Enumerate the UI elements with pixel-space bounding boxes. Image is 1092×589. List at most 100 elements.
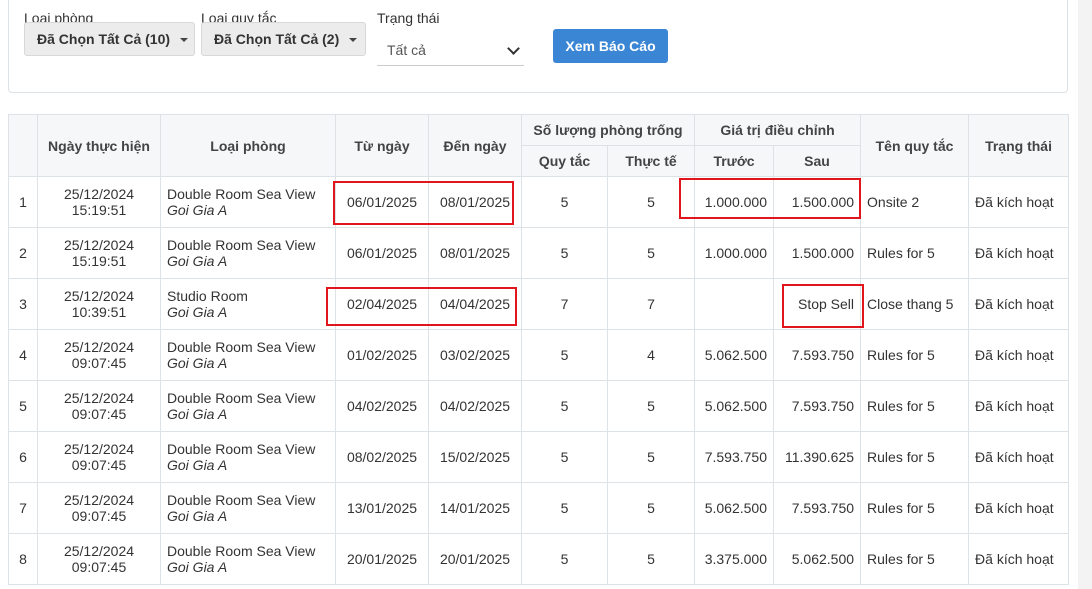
rate-plan: Goi Gia A [167, 559, 228, 575]
to-date: 04/04/2025 [428, 278, 522, 330]
table-row: 5 25/12/2024 09:07:45 Double Room Sea View G… [8, 380, 1070, 432]
filter-panel: Loại phòng Đã Chọn Tất Cả (10) Loại quy … [8, 0, 1068, 93]
date-cell: 25/12/2024 10:39:51 [37, 278, 161, 330]
header-status: Trạng thái [968, 114, 1070, 177]
price-after: 7.593.750 [773, 329, 862, 381]
date-line: 25/12/2024 [63, 237, 135, 253]
rate-plan: Goi Gia A [167, 253, 228, 269]
room-type-value: Đã Chọn Tất Cả (10) [37, 31, 171, 47]
status-select-value: Tất cả [387, 41, 426, 58]
status-cell: Đã kích hoạt [968, 278, 1070, 330]
caret-down-icon [349, 38, 358, 42]
rate-plan: Goi Gia A [167, 508, 228, 524]
vacancy-rule: 5 [521, 176, 608, 228]
room-name: Double Room Sea View [167, 390, 316, 406]
rule-name: Rules for 5 [860, 533, 970, 585]
price-after: 7.593.750 [773, 482, 862, 534]
date-cell: 25/12/2024 15:19:51 [37, 227, 161, 279]
table-row: 7 25/12/2024 09:07:45 Double Room Sea View G… [8, 482, 1070, 534]
rule-name: Onsite 2 [860, 176, 970, 228]
date-line: 25/12/2024 [63, 186, 135, 202]
price-before: 1.000.000 [694, 227, 775, 279]
scrollbar[interactable] [1078, 0, 1092, 589]
rate-plan: Goi Gia A [167, 304, 228, 320]
room-name: Double Room Sea View [167, 543, 316, 559]
to-date: 15/02/2025 [428, 431, 522, 483]
rate-plan: Goi Gia A [167, 457, 228, 473]
status-select[interactable]: Tất cả [377, 34, 524, 66]
row-index: 2 [8, 227, 38, 279]
date-cell: 25/12/2024 09:07:45 [37, 533, 161, 585]
header-adjust: Giá trị điều chỉnh [694, 114, 862, 146]
table-row: 6 25/12/2024 09:07:45 Double Room Sea View G… [8, 431, 1070, 483]
from-date: 06/01/2025 [335, 227, 429, 279]
vacancy-rule: 5 [521, 227, 608, 279]
room-name: Studio Room [167, 288, 248, 304]
header-vacancy: Số lượng phòng trống [520, 114, 696, 146]
vacancy-rule: 5 [521, 380, 608, 432]
vacancy-rule: 5 [521, 431, 608, 483]
from-date: 06/01/2025 [335, 176, 429, 228]
time-line: 09:07:45 [71, 406, 127, 422]
status-cell: Đã kích hoạt [968, 329, 1070, 381]
header-date: Ngày thực hiện [37, 114, 161, 177]
table-row: 1 25/12/2024 15:19:51 Double Room Sea View G… [8, 176, 1070, 228]
from-date: 02/04/2025 [335, 278, 429, 330]
row-index: 1 [8, 176, 38, 228]
to-date: 20/01/2025 [428, 533, 522, 585]
header-index [8, 114, 38, 177]
chevron-down-icon [507, 42, 520, 55]
price-after: 7.593.750 [773, 380, 862, 432]
rate-plan: Goi Gia A [167, 406, 228, 422]
status-label: Trạng thái [377, 10, 440, 26]
to-date: 08/01/2025 [428, 227, 522, 279]
from-date: 01/02/2025 [335, 329, 429, 381]
room-cell: Double Room Sea View Goi Gia A [160, 533, 336, 585]
price-before [694, 278, 775, 330]
from-date: 13/01/2025 [335, 482, 429, 534]
room-name: Double Room Sea View [167, 441, 316, 457]
table-row: 4 25/12/2024 09:07:45 Double Room Sea View G… [8, 329, 1070, 381]
room-name: Double Room Sea View [167, 237, 316, 253]
vacancy-rule: 5 [521, 482, 608, 534]
to-date: 14/01/2025 [428, 482, 522, 534]
row-index: 3 [8, 278, 38, 330]
price-before: 7.593.750 [694, 431, 775, 483]
table-row: 2 25/12/2024 15:19:51 Double Room Sea View G… [8, 227, 1070, 279]
vacancy-rule: 5 [521, 329, 608, 381]
price-before: 1.000.000 [694, 176, 775, 228]
room-name: Double Room Sea View [167, 339, 316, 355]
status-cell: Đã kích hoạt [968, 482, 1070, 534]
view-report-button[interactable]: Xem Báo Cáo [553, 29, 668, 63]
header-adjust-before: Trước [694, 145, 775, 177]
time-line: 15:19:51 [71, 253, 127, 269]
rule-name: Rules for 5 [860, 380, 970, 432]
price-after: 11.390.625 [773, 431, 862, 483]
time-line: 09:07:45 [71, 508, 127, 524]
price-before: 5.062.500 [694, 380, 775, 432]
header-room: Loại phòng [160, 114, 336, 177]
header-from: Từ ngày [335, 114, 429, 177]
row-index: 8 [8, 533, 38, 585]
price-after: 1.500.000 [773, 227, 862, 279]
rule-type-dropdown[interactable]: Đã Chọn Tất Cả (2) [201, 22, 366, 56]
header-vacancy-rule: Quy tắc [521, 145, 608, 177]
room-cell: Double Room Sea View Goi Gia A [160, 227, 336, 279]
vacancy-actual: 5 [606, 533, 696, 585]
header-rule-name: Tên quy tắc [860, 114, 970, 177]
room-cell: Double Room Sea View Goi Gia A [160, 431, 336, 483]
row-index: 4 [8, 329, 38, 381]
to-date: 08/01/2025 [428, 176, 522, 228]
rule-name: Rules for 5 [860, 329, 970, 381]
to-date: 03/02/2025 [428, 329, 522, 381]
rule-name: Close thang 5 [860, 278, 970, 330]
row-index: 7 [8, 482, 38, 534]
room-cell: Double Room Sea View Goi Gia A [160, 482, 336, 534]
date-line: 25/12/2024 [63, 543, 135, 559]
status-cell: Đã kích hoạt [968, 227, 1070, 279]
room-type-dropdown[interactable]: Đã Chọn Tất Cả (10) [24, 22, 195, 56]
room-name: Double Room Sea View [167, 492, 316, 508]
rule-name: Rules for 5 [860, 431, 970, 483]
rule-name: Rules for 5 [860, 482, 970, 534]
header-to: Đến ngày [428, 114, 522, 177]
